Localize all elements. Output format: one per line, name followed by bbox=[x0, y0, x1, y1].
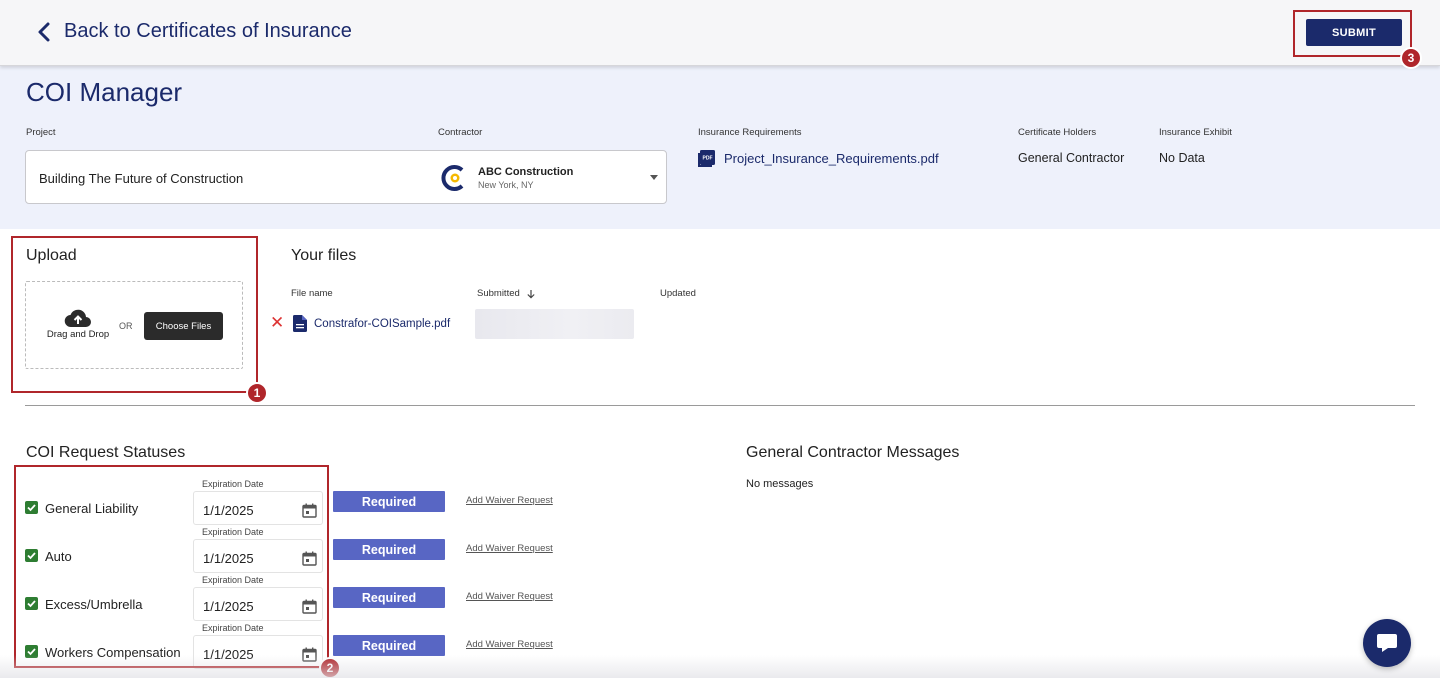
caret-down-icon bbox=[650, 175, 658, 180]
add-waiver-request-link[interactable]: Add Waiver Request bbox=[466, 543, 553, 554]
annotation-box-1 bbox=[11, 236, 258, 393]
remove-file-icon[interactable]: ✕ bbox=[270, 314, 284, 331]
annotation-badge-1: 1 bbox=[246, 382, 268, 404]
your-files-title: Your files bbox=[291, 247, 357, 264]
top-bar: Back to Certificates of Insurance SUBMIT bbox=[0, 0, 1440, 66]
section-divider bbox=[25, 405, 1415, 406]
project-select[interactable]: Building The Future of Construction ABC … bbox=[25, 150, 667, 204]
insurance-requirements-link[interactable]: PDF Project_Insurance_Requirements.pdf bbox=[698, 150, 939, 167]
chevron-left-icon bbox=[38, 22, 50, 41]
contractor-logo bbox=[441, 165, 464, 191]
contractor-location: New York, NY bbox=[478, 180, 534, 190]
project-info-panel bbox=[0, 66, 1440, 229]
annotation-box-2 bbox=[14, 465, 329, 668]
file-link[interactable]: Constrafor-COISample.pdf bbox=[293, 315, 450, 332]
page-title: COI Manager bbox=[26, 77, 183, 107]
column-file-name[interactable]: File name bbox=[291, 288, 333, 299]
required-status-button[interactable]: Required bbox=[333, 587, 445, 608]
required-status-button[interactable]: Required bbox=[333, 635, 445, 656]
bottom-fade bbox=[0, 655, 1440, 678]
add-waiver-request-link[interactable]: Add Waiver Request bbox=[466, 591, 553, 602]
project-label: Project bbox=[26, 127, 56, 138]
pdf-icon: PDF bbox=[698, 150, 715, 167]
document-icon bbox=[293, 315, 307, 332]
messages-empty-text: No messages bbox=[746, 478, 814, 490]
insurance-requirements-label: Insurance Requirements bbox=[698, 127, 802, 138]
contractor-label: Contractor bbox=[438, 127, 483, 138]
column-submitted-label: Submitted bbox=[477, 288, 520, 299]
back-link[interactable]: Back to Certificates of Insurance bbox=[36, 20, 352, 43]
annotation-badge-3: 3 bbox=[1400, 47, 1422, 69]
messages-title: General Contractor Messages bbox=[746, 444, 960, 461]
insurance-exhibit-value: No Data bbox=[1159, 151, 1205, 165]
chat-button[interactable] bbox=[1363, 619, 1411, 667]
project-name: Building The Future of Construction bbox=[39, 171, 244, 186]
back-link-label: Back to Certificates of Insurance bbox=[64, 20, 352, 42]
insurance-exhibit-label: Insurance Exhibit bbox=[1159, 127, 1232, 138]
required-status-button[interactable]: Required bbox=[333, 491, 445, 512]
file-name: Constrafor-COISample.pdf bbox=[314, 317, 451, 330]
insurance-requirements-file: Project_Insurance_Requirements.pdf bbox=[724, 151, 939, 166]
column-updated[interactable]: Updated bbox=[660, 288, 696, 299]
arrow-down-icon bbox=[527, 289, 535, 299]
chat-bubble-icon bbox=[1377, 634, 1397, 652]
certificate-holders-value: General Contractor bbox=[1018, 151, 1125, 165]
submitted-date-redacted bbox=[475, 309, 634, 339]
column-submitted[interactable]: Submitted bbox=[477, 288, 536, 299]
annotation-box-3 bbox=[1293, 10, 1412, 57]
certificate-holders-label: Certificate Holders bbox=[1018, 127, 1097, 138]
contractor-name: ABC Construction bbox=[478, 166, 574, 178]
svg-text:PDF: PDF bbox=[703, 156, 713, 162]
add-waiver-request-link[interactable]: Add Waiver Request bbox=[466, 639, 553, 650]
required-status-button[interactable]: Required bbox=[333, 539, 445, 560]
coi-statuses-title: COI Request Statuses bbox=[26, 444, 186, 461]
add-waiver-request-link[interactable]: Add Waiver Request bbox=[466, 495, 553, 506]
